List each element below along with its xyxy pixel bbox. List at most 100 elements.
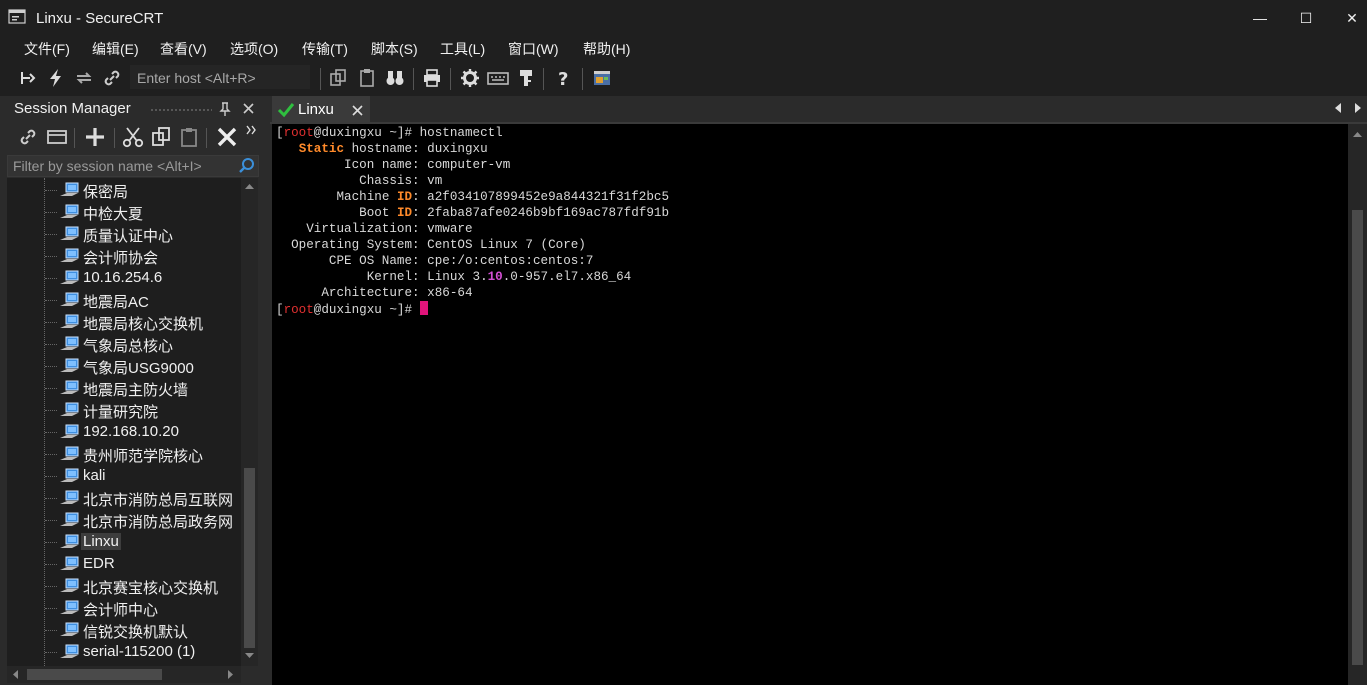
copy-button[interactable] xyxy=(326,66,350,90)
copy-session-icon[interactable] xyxy=(150,126,172,148)
find-button[interactable] xyxy=(383,66,407,90)
terminal-line-machine-id: Machine ID: a2f034107899452e9a844321f31f… xyxy=(336,190,670,204)
terminal-scroll-up-icon[interactable] xyxy=(1352,130,1363,138)
session-item[interactable]: 信锐交换机默认 xyxy=(7,619,241,641)
connect-button[interactable] xyxy=(16,66,40,90)
maximize-button[interactable]: ☐ xyxy=(1289,6,1323,30)
session-item[interactable]: 地震局核心交换机 xyxy=(7,311,241,333)
tree-branch-line xyxy=(45,234,57,236)
session-tree-vertical-scrollbar[interactable] xyxy=(241,178,258,666)
session-item-label: serial-115200 (1) xyxy=(83,643,196,660)
session-computer-icon xyxy=(60,182,79,196)
menu-bar: 文件(F) 编辑(E) 查看(V) 选项(O) 传输(T) 脚本(S) 工具(L… xyxy=(0,36,1367,60)
close-button[interactable]: ✕ xyxy=(1335,6,1367,30)
tree-branch-line xyxy=(45,322,57,324)
session-item[interactable]: EDR xyxy=(7,553,241,575)
search-icon[interactable] xyxy=(238,157,256,175)
paste-session-icon[interactable] xyxy=(178,126,200,148)
session-computer-icon xyxy=(60,336,79,350)
session-item-label: 北京市消防总局互联网 xyxy=(83,492,234,509)
session-item[interactable]: 会计师中心 xyxy=(7,597,241,619)
paste-button[interactable] xyxy=(355,66,379,90)
session-item[interactable]: serial-115200 (1) xyxy=(7,641,241,663)
cut-icon[interactable] xyxy=(122,126,144,148)
help-button[interactable]: ? xyxy=(552,66,576,90)
script-button[interactable] xyxy=(590,66,614,90)
panel-splitter[interactable] xyxy=(262,96,270,685)
menu-script[interactable]: 脚本(S) xyxy=(371,39,418,59)
terminal-line-kernel: Kernel: Linux 3.10.0-957.el7.x86_64 xyxy=(366,270,632,284)
session-item[interactable]: 保密局 xyxy=(7,179,241,201)
scroll-thumb[interactable] xyxy=(244,468,255,648)
connect-in-tab-icon[interactable] xyxy=(46,127,68,147)
session-item[interactable]: 贵州师范学院核心 xyxy=(7,443,241,465)
script-app-icon xyxy=(594,71,610,85)
menu-tools[interactable]: 工具(L) xyxy=(440,39,485,59)
connect-session-icon[interactable] xyxy=(18,127,38,147)
menu-transfer[interactable]: 传输(T) xyxy=(302,39,348,59)
delete-icon[interactable] xyxy=(216,126,238,148)
panel-close-icon[interactable] xyxy=(242,102,255,115)
tab-close-icon[interactable] xyxy=(352,105,363,116)
pin-icon[interactable] xyxy=(218,102,232,116)
session-computer-icon xyxy=(60,578,79,592)
session-filter-input[interactable]: Filter by session name <Alt+I> xyxy=(7,155,259,177)
toolbar-separator xyxy=(114,128,115,148)
terminal-line-boot-id: Boot ID: 2faba87afe0246b9bf169ac787fdf91… xyxy=(359,206,670,220)
sftp-button[interactable] xyxy=(514,66,538,90)
session-item[interactable]: Linxu xyxy=(7,531,241,553)
menu-window[interactable]: 窗口(W) xyxy=(508,39,559,59)
session-item[interactable]: 气象局USG9000 xyxy=(7,355,241,377)
session-item[interactable]: 10.16.254.6 xyxy=(7,267,241,289)
key-icon xyxy=(520,70,532,86)
keyboard-icon xyxy=(487,72,509,85)
session-item[interactable]: 北京市消防总局政务网 xyxy=(7,509,241,531)
terminal-vertical-scrollbar[interactable] xyxy=(1348,124,1367,685)
session-item[interactable]: 会计师协会 xyxy=(7,245,241,267)
session-item[interactable]: 气象局总核心 xyxy=(7,333,241,355)
session-item[interactable]: 质量认证中心 xyxy=(7,223,241,245)
keymap-button[interactable] xyxy=(486,66,510,90)
session-item[interactable]: 地震局AC xyxy=(7,289,241,311)
tab-linxu[interactable]: Linxu xyxy=(272,96,370,124)
disconnect-button[interactable] xyxy=(100,66,124,90)
scroll-right-icon[interactable] xyxy=(227,669,235,680)
session-item[interactable]: 北京赛宝核心交换机 xyxy=(7,575,241,597)
reconnect-button[interactable] xyxy=(72,66,96,90)
scroll-left-icon[interactable] xyxy=(11,669,19,680)
session-item-label: 质量认证中心 xyxy=(83,228,174,245)
lightning-icon xyxy=(50,69,61,87)
chevron-more-icon[interactable] xyxy=(246,124,258,136)
menu-view[interactable]: 查看(V) xyxy=(160,39,207,59)
session-item-label: 信锐交换机默认 xyxy=(83,624,189,641)
quick-connect-button[interactable] xyxy=(44,66,68,90)
minimize-button[interactable]: — xyxy=(1243,6,1277,30)
terminal-scroll-thumb[interactable] xyxy=(1352,210,1363,665)
session-tree-horizontal-scrollbar[interactable] xyxy=(7,666,241,683)
drag-grip[interactable] xyxy=(150,108,212,112)
print-button[interactable] xyxy=(420,66,444,90)
terminal-line-command: [root@duxingxu ~]# hostnamectl xyxy=(276,126,503,140)
session-item[interactable]: 中检大夏 xyxy=(7,201,241,223)
tree-branch-line xyxy=(45,256,57,258)
menu-file[interactable]: 文件(F) xyxy=(24,39,70,59)
tab-scroll-left-icon[interactable] xyxy=(1334,102,1342,114)
terminal-output[interactable]: [root@duxingxu ~]# hostnamectl Static ho… xyxy=(272,124,1348,685)
session-computer-icon xyxy=(60,314,79,328)
menu-options[interactable]: 选项(O) xyxy=(230,39,278,59)
session-item[interactable]: 北京市消防总局互联网 xyxy=(7,487,241,509)
horizontal-scroll-thumb[interactable] xyxy=(27,669,162,680)
tab-scroll-right-icon[interactable] xyxy=(1354,102,1362,114)
quick-connect-input[interactable]: Enter host <Alt+R> xyxy=(130,65,310,89)
scroll-down-icon[interactable] xyxy=(244,652,255,660)
session-options-button[interactable] xyxy=(458,66,482,90)
menu-help[interactable]: 帮助(H) xyxy=(583,39,630,59)
session-item[interactable]: 地震局主防火墙 xyxy=(7,377,241,399)
session-item[interactable]: 192.168.10.20 xyxy=(7,421,241,443)
session-computer-icon xyxy=(60,358,79,372)
session-item[interactable]: 计量研究院 xyxy=(7,399,241,421)
menu-edit[interactable]: 编辑(E) xyxy=(92,39,139,59)
scroll-up-icon[interactable] xyxy=(244,182,255,190)
session-item[interactable]: kali xyxy=(7,465,241,487)
add-session-icon[interactable] xyxy=(84,126,106,148)
